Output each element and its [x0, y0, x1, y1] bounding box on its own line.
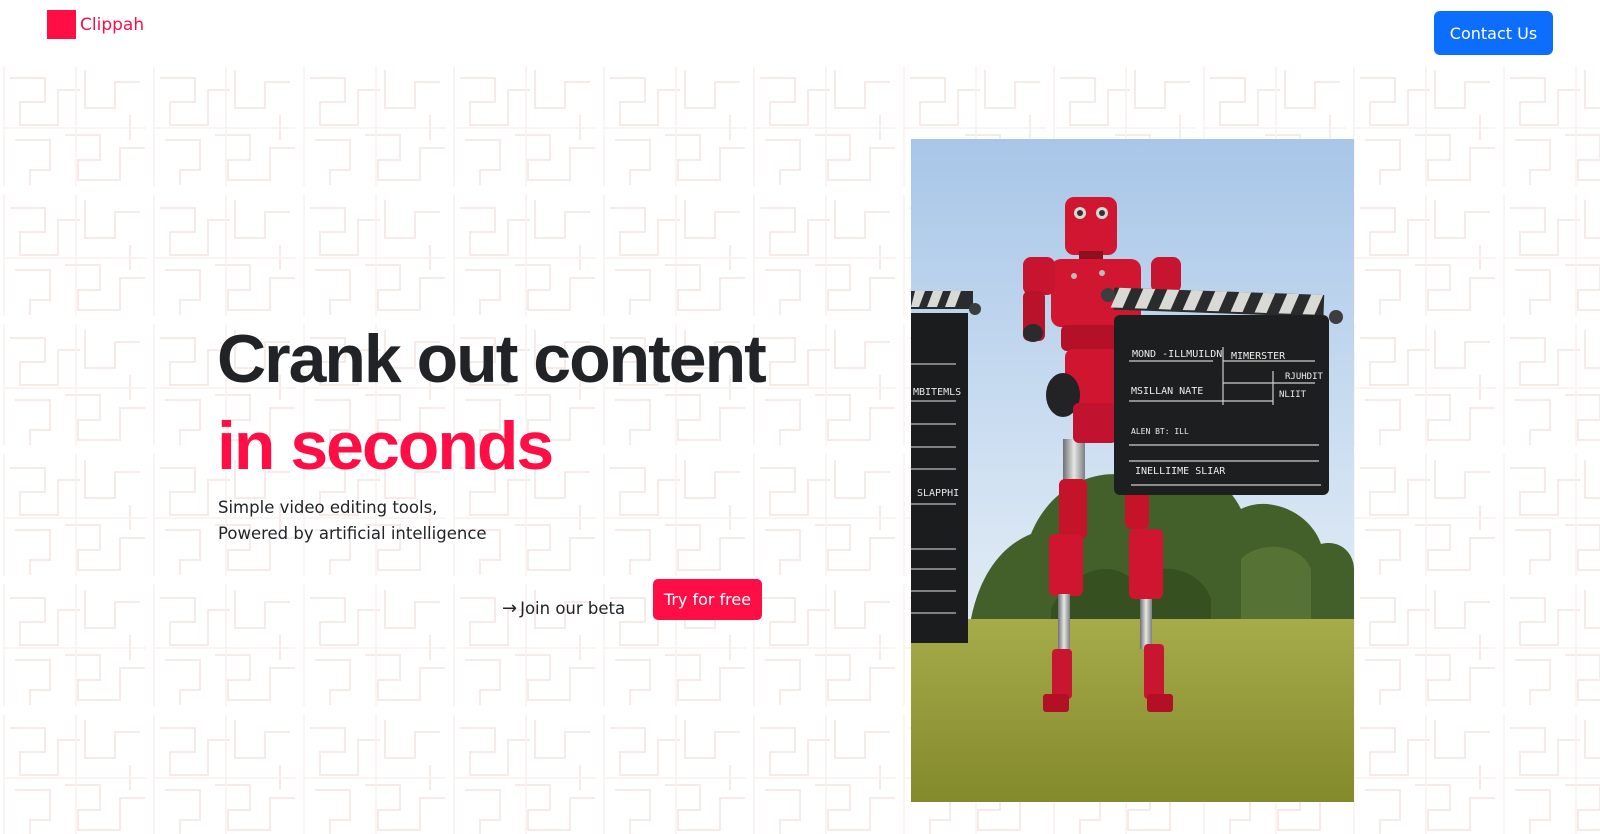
- side-clapper-text-2: SLAPPHI: [917, 488, 959, 499]
- subtext-line-2: Powered by artificial intelligence: [218, 524, 487, 543]
- clapper-text-1: MOND -ILLMUILDN: [1132, 349, 1222, 360]
- headline-line-2: in seconds: [217, 408, 554, 484]
- arrow-right-icon: →: [502, 597, 518, 619]
- clapper-text-2: MIMERSTER: [1231, 351, 1286, 362]
- clapper-text-5: NLIIT: [1279, 390, 1307, 400]
- join-beta-link[interactable]: → Join our beta: [502, 588, 625, 628]
- brand-logo-icon: [47, 10, 76, 39]
- side-clapper-text-1: MBITEMLS: [913, 387, 961, 398]
- top-navbar: Clippah Contact Us: [0, 0, 1600, 66]
- clapper-text-4: RJUHDIT: [1285, 372, 1324, 382]
- hero-subtext: Simple video editing tools, Powered by a…: [218, 495, 487, 547]
- hero-headline: Crank out content in seconds: [217, 316, 817, 490]
- subtext-line-1: Simple video editing tools,: [218, 498, 438, 517]
- clapper-text-6: ALEN BT: ILL: [1131, 427, 1189, 436]
- contact-us-button[interactable]: Contact Us: [1434, 11, 1553, 55]
- try-for-free-button[interactable]: Try for free: [653, 579, 762, 620]
- main-clapperboard: MOND -ILLMUILDN MIMERSTER MSILLAN NATE R…: [1101, 287, 1343, 495]
- brand-logo-link[interactable]: Clippah: [47, 10, 144, 39]
- hero-image: MBITEMLS SLAPPHI MOND -ILLMUILDN MIMERST…: [911, 139, 1354, 802]
- brand-name: Clippah: [80, 14, 145, 35]
- join-beta-label: Join our beta: [520, 598, 626, 618]
- clapper-text-3: MSILLAN NATE: [1131, 386, 1203, 397]
- clapper-text-7: INELLIIME SLIAR: [1135, 466, 1226, 477]
- hero-section: Crank out content in seconds Simple vide…: [0, 66, 1600, 834]
- headline-line-1: Crank out content: [217, 321, 767, 397]
- robot-clapperboard-illustration: MBITEMLS SLAPPHI MOND -ILLMUILDN MIMERST…: [911, 139, 1354, 802]
